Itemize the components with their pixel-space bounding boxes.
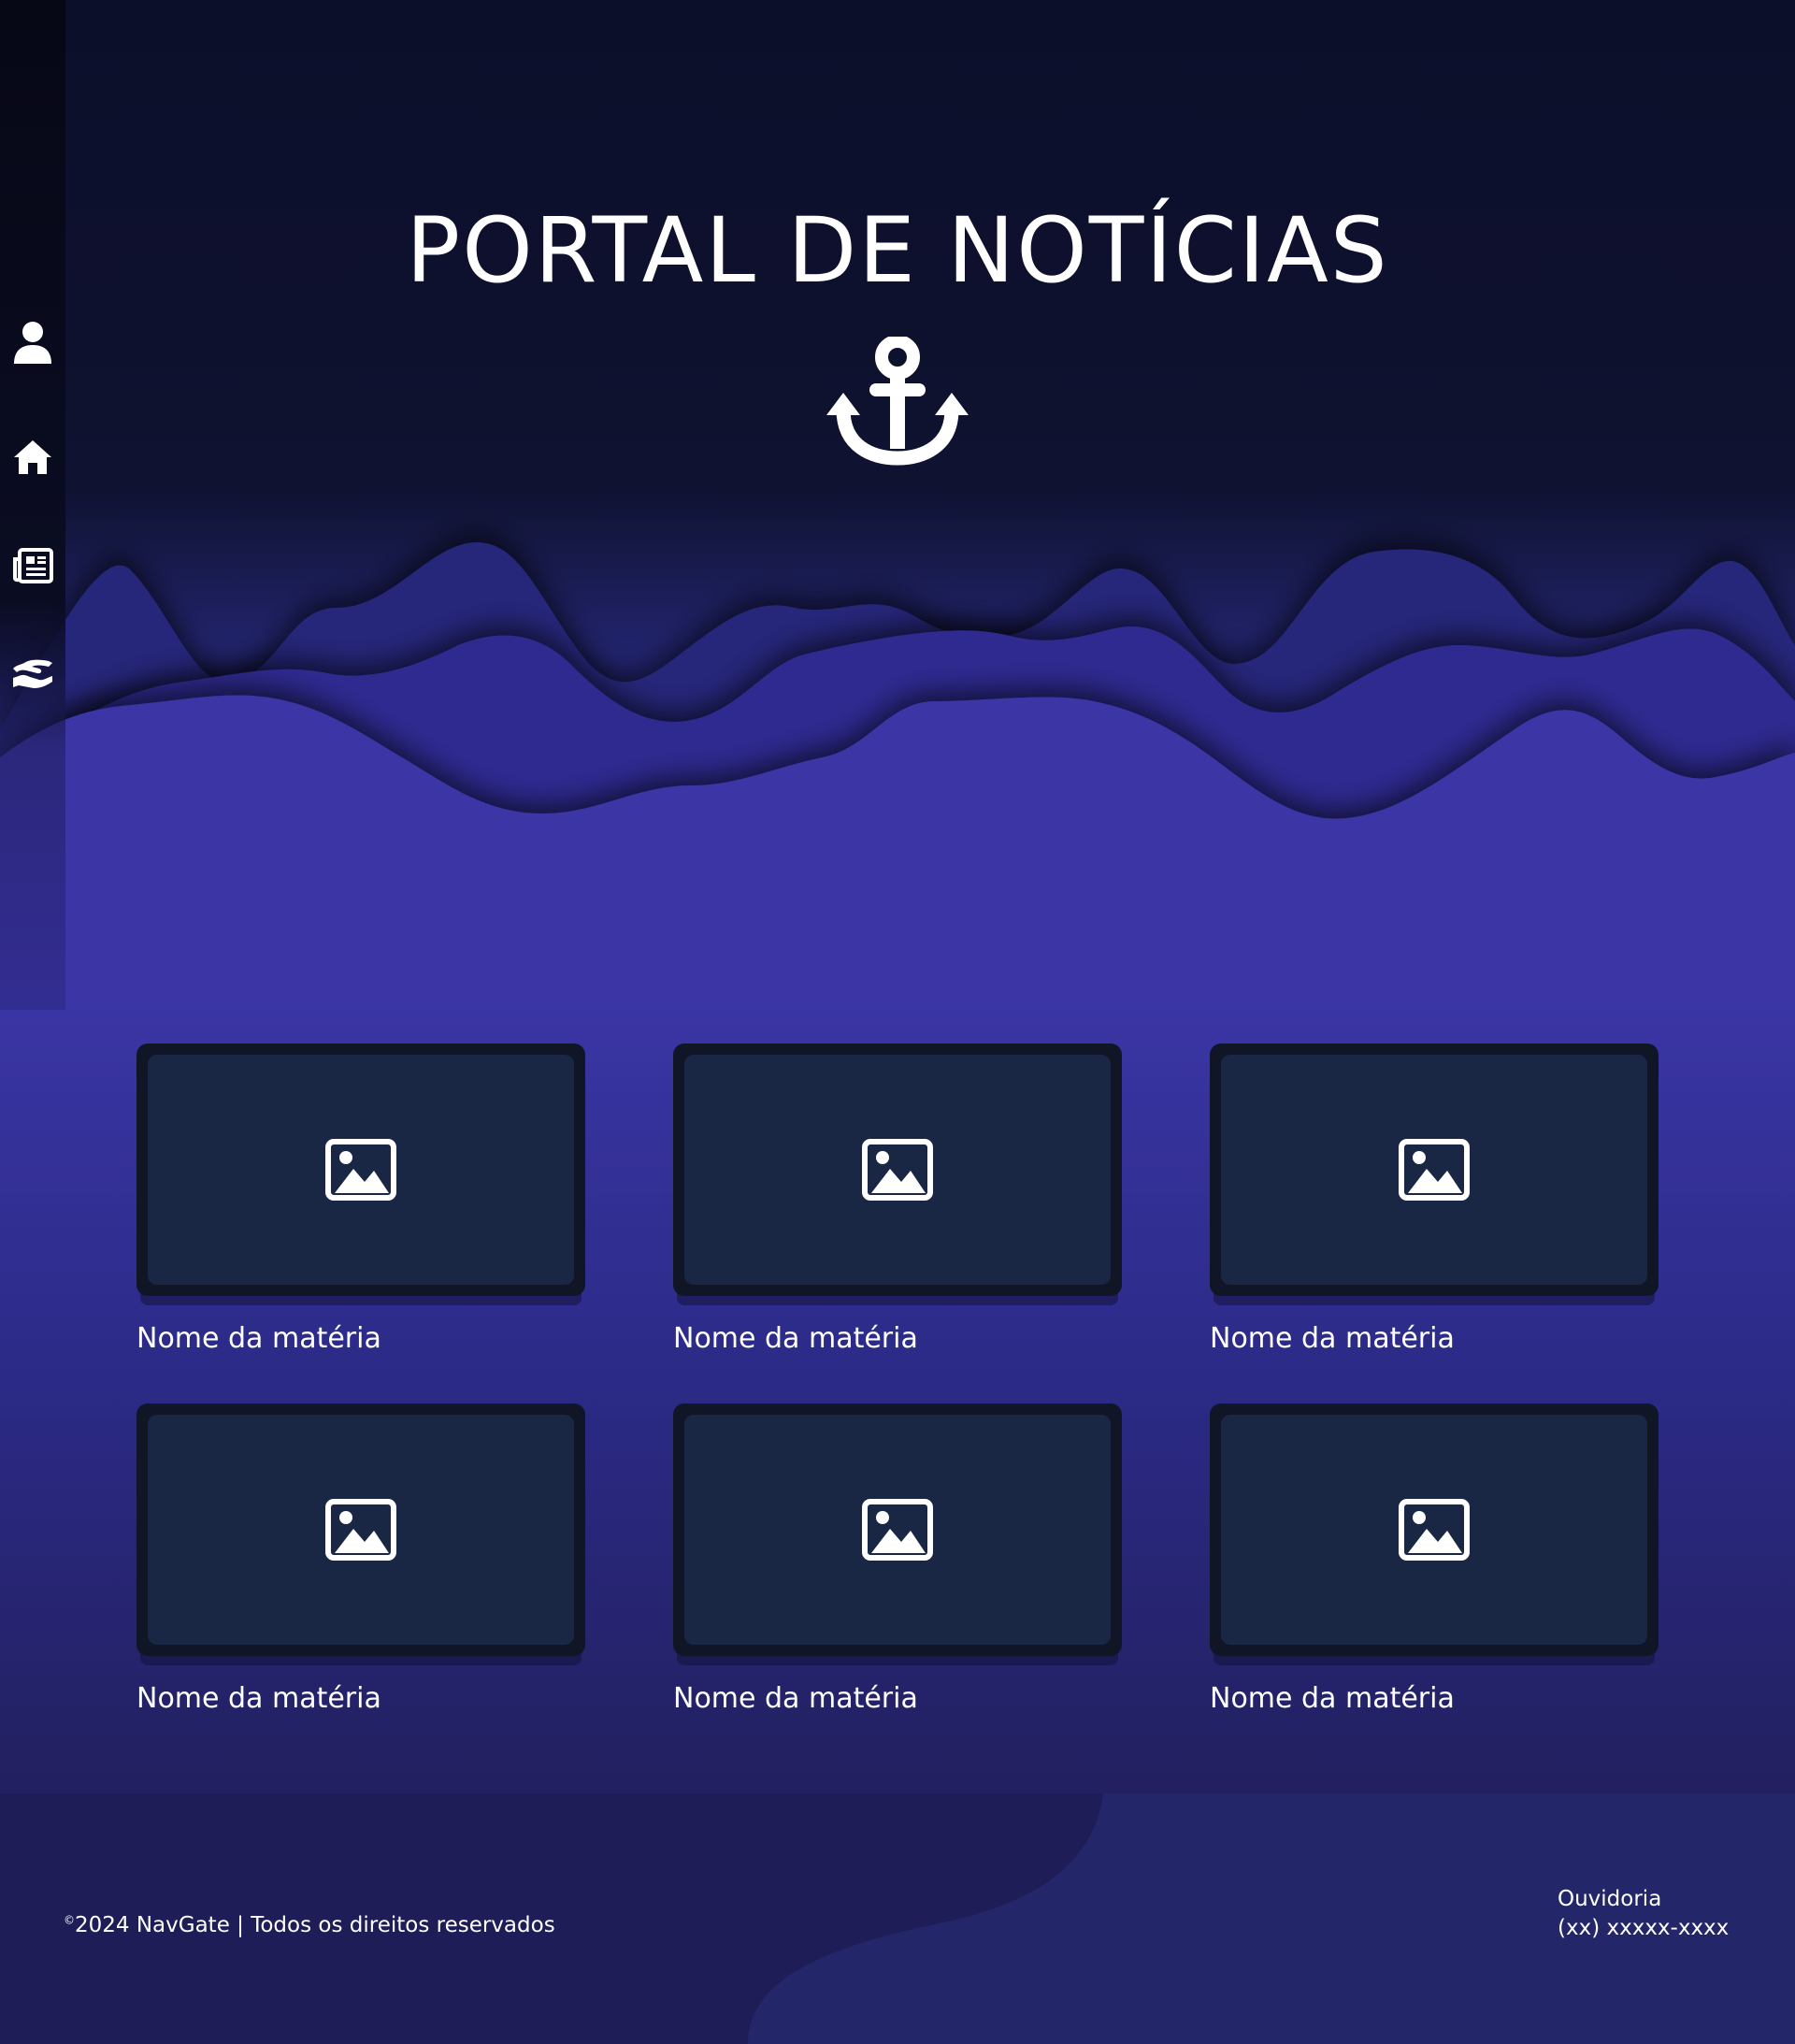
image-placeholder-icon (325, 1139, 396, 1201)
ouvidoria-phone[interactable]: (xx) xxxxx-xxxx (1558, 1914, 1729, 1943)
hero-waves (0, 542, 1795, 1029)
article-title[interactable]: Nome da matéria (673, 1682, 1122, 1715)
user-icon (14, 322, 51, 364)
image-placeholder-icon (862, 1139, 933, 1201)
article-thumbnail[interactable] (136, 1403, 585, 1656)
sidebar-item-profile[interactable] (9, 320, 56, 367)
article-title[interactable]: Nome da matéria (1210, 1322, 1659, 1355)
article-title[interactable]: Nome da matéria (1210, 1682, 1659, 1715)
ouvidoria-label[interactable]: Ouvidoria (1558, 1885, 1729, 1914)
article-thumbnail[interactable] (673, 1044, 1122, 1296)
article-thumbnail[interactable] (1210, 1044, 1659, 1296)
image-placeholder-icon (1399, 1499, 1470, 1561)
article-card[interactable]: Nome da matéria (673, 1044, 1122, 1355)
hero-section: PORTAL DE NOTÍCIAS (0, 0, 1795, 1029)
article-thumbnail[interactable] (136, 1044, 585, 1296)
article-card[interactable]: Nome da matéria (136, 1403, 585, 1715)
sidebar (0, 0, 65, 1010)
article-thumbnail[interactable] (1210, 1403, 1659, 1656)
footer: ©2024 NavGate | Todos os direitos reserv… (0, 1793, 1795, 2044)
copyright-label: 2024 NavGate | Todos os direitos reserva… (75, 1913, 555, 1937)
page: PORTAL DE NOTÍCIAS Nome da matéria Nome … (0, 0, 1795, 2044)
article-card[interactable]: Nome da matéria (673, 1403, 1122, 1715)
home-icon (14, 440, 51, 474)
article-card[interactable]: Nome da matéria (1210, 1044, 1659, 1355)
sidebar-item-home[interactable] (9, 434, 56, 481)
article-thumbnail[interactable] (673, 1403, 1122, 1656)
hand-donate-icon (13, 659, 52, 688)
image-placeholder-icon (862, 1499, 933, 1561)
sidebar-item-support[interactable] (9, 651, 56, 698)
page-title: PORTAL DE NOTÍCIAS (406, 198, 1389, 303)
ouvidoria-contact: Ouvidoria (xx) xxxxx-xxxx (1558, 1885, 1729, 1943)
article-card[interactable]: Nome da matéria (1210, 1403, 1659, 1715)
copyright-text: ©2024 NavGate | Todos os direitos reserv… (64, 1913, 555, 1937)
copyright-symbol: © (64, 1913, 75, 1927)
article-title[interactable]: Nome da matéria (673, 1322, 1122, 1355)
image-placeholder-icon (325, 1499, 396, 1561)
sidebar-item-news[interactable] (9, 542, 56, 589)
article-card[interactable]: Nome da matéria (136, 1044, 585, 1355)
article-title[interactable]: Nome da matéria (136, 1682, 585, 1715)
article-title[interactable]: Nome da matéria (136, 1322, 585, 1355)
image-placeholder-icon (1399, 1139, 1470, 1201)
anchor-icon (826, 335, 969, 468)
newspaper-icon (13, 548, 53, 583)
